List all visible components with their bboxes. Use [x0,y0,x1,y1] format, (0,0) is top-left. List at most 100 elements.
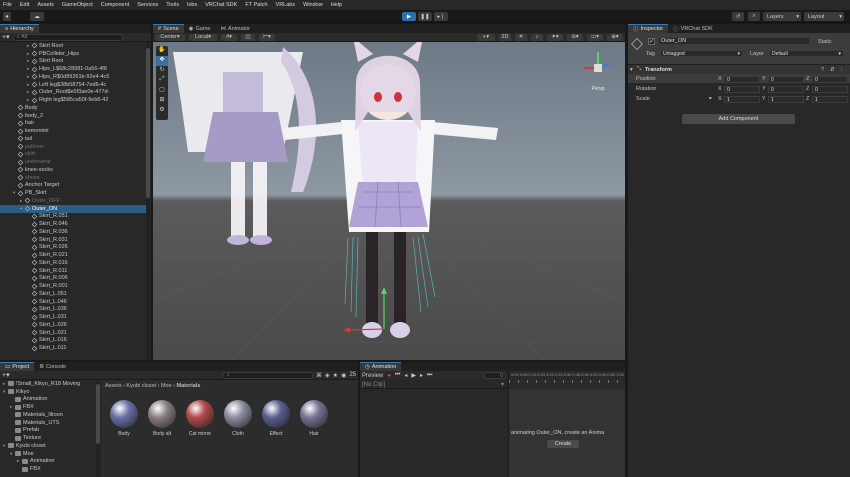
camera-icon[interactable]: ▭▾ [587,33,603,41]
layers-dropdown[interactable]: Layers ▾ [763,12,801,21]
menu-item[interactable]: FT Patch [245,2,267,8]
hierarchy-row[interactable]: Skirt_R.051 [0,213,146,221]
scroll-thumb[interactable] [146,48,150,198]
tab-game[interactable]: ◉ Game [184,24,216,33]
preview-button[interactable]: Preview [362,373,383,379]
transform-header[interactable]: ▾ ⤡ Transform ? ⇵ ⋮ [628,64,850,74]
step-button[interactable]: ▸❘ [434,12,448,21]
scale-tool-icon[interactable]: ⤢ [156,76,168,86]
hierarchy-row[interactable]: tail [0,135,146,143]
filter-icon[interactable]: ⌘ [316,372,322,379]
draw-mode-icon[interactable]: ◐▾ [477,33,495,41]
hierarchy-row[interactable]: ▸ Hips_L$68c28981-0a56-4f8 [0,65,146,73]
project-folder[interactable]: ▾ Kyubi closet [0,442,96,450]
material-asset[interactable]: Effect [262,400,290,437]
hierarchy-row[interactable]: ▸ Right leg$585ca50f-9eb6-42 [0,96,146,104]
menu-item[interactable]: Edit [20,2,29,8]
history-icon[interactable]: ↺ [732,12,744,21]
hierarchy-row[interactable]: Skirt_L.051 [0,290,146,298]
link-icon[interactable]: ⚭ [708,96,713,102]
effects-icon[interactable]: ✦▾ [547,33,563,41]
pivot-dropdown[interactable]: Center ▾ [155,33,185,41]
project-folder[interactable]: Prefab [0,427,96,435]
hierarchy-row[interactable]: Skirt_L.026 [0,321,146,329]
hierarchy-row[interactable]: Skirt_L.046 [0,298,146,306]
snap-icon[interactable]: ◫ [241,33,255,41]
hierarchy-row[interactable]: knee-socks [0,166,146,174]
transform-y-field[interactable]: 1 [768,96,804,103]
project-folder[interactable]: ▸ Animation [0,458,96,466]
hierarchy-row[interactable]: Skirt_R.046 [0,220,146,228]
project-search-input[interactable]: ⌕ [223,371,314,379]
breadcrumb-item[interactable]: Materials [177,383,201,389]
hierarchy-row[interactable]: Skirt_R.011 [0,267,146,275]
transform-tool-icon[interactable]: ⊞ [156,96,168,106]
hierarchy-row[interactable]: kemonimi [0,127,146,135]
eye-icon[interactable]: ◉ [341,372,346,379]
hierarchy-row[interactable]: ▸ Outer_OFF [0,197,146,205]
project-folder[interactable]: ▾ Moe [0,450,96,458]
menu-item[interactable]: VRChat SDK [205,2,237,8]
material-asset[interactable]: Hair [300,400,328,437]
account-icon[interactable]: ● [3,12,11,21]
tab-scene[interactable]: # Scene [153,24,184,33]
tab-animation[interactable]: ◷ Animation [360,362,402,371]
search-icon[interactable]: ⌕ [748,12,760,21]
project-folder[interactable]: Materials_liltoon [0,411,96,419]
move-tool-icon[interactable]: ✥ [156,56,168,66]
hierarchy-row[interactable]: Skirt_R.016 [0,259,146,267]
breadcrumb-item[interactable]: Moe [161,383,172,389]
material-asset[interactable]: Cloth [224,400,252,437]
increment-icon[interactable]: ⊢▾ [259,33,275,41]
hierarchy-row[interactable]: hair [0,120,146,128]
hierarchy-row[interactable]: skirt [0,151,146,159]
layout-dropdown[interactable]: Layout ▾ [804,12,844,21]
hierarchy-row[interactable]: ▸ Outer_Root$e5f3ae0e-477d- [0,89,146,97]
menu-item[interactable]: GameObject [62,2,93,8]
timeline-ruler[interactable]: 0:00 0:05 0:10 0:15 0:20 0:25 0:30 0:35 0:40 0:45… [508,371,626,389]
play-icon[interactable]: ▶ [411,372,416,379]
search-input[interactable]: ⌕ All [12,33,123,41]
cloud-icon[interactable]: ☁ [30,12,44,21]
project-folder[interactable]: Animation [0,396,96,404]
help-icon[interactable]: ? [821,67,824,73]
tag-dropdown[interactable]: Untagged ▾ [660,50,743,57]
space-dropdown[interactable]: Local ▾ [189,33,217,41]
pause-button[interactable]: ❚❚ [418,12,432,21]
material-asset[interactable]: Body [110,400,138,437]
project-folder[interactable]: FBX [0,465,96,473]
settings-icon[interactable]: ⇵ [830,67,835,73]
menu-item[interactable]: Assets [37,2,54,8]
more-icon[interactable]: ⋮ [839,67,845,73]
menu-item[interactable]: Help [331,2,342,8]
menu-item[interactable]: Services [137,2,158,8]
material-asset[interactable]: Body alt [148,400,176,437]
project-tree-scrollbar[interactable] [96,380,100,477]
custom-tool-icon[interactable]: ⚙ [156,106,168,116]
hierarchy-row[interactable]: Skirt_R.021 [0,251,146,259]
tab-vrchat-sdk[interactable]: ⓘ VRChat SDK [668,24,718,33]
hierarchy-row[interactable]: Skirt_L.036 [0,306,146,314]
transform-x-field[interactable]: 0 [724,76,760,83]
gizmos-icon[interactable]: ⊕▾ [607,33,623,41]
menu-item[interactable]: Tools [166,2,179,8]
project-folder[interactable]: ▸ FBX [0,403,96,411]
hierarchy-row[interactable]: Skirt_R.031 [0,236,146,244]
label-icon[interactable]: ◈ [325,372,330,379]
hierarchy-row[interactable]: Skirt_R.026 [0,244,146,252]
last-key-icon[interactable]: ⏭ [427,372,432,379]
layer-dropdown[interactable]: Default ▾ [769,50,844,57]
menu-item[interactable]: lobs [187,2,197,8]
breadcrumb-item[interactable]: Kyubi closet [126,383,156,389]
next-key-icon[interactable]: ▸ [420,372,423,379]
hand-tool-icon[interactable]: ✋ [156,46,168,56]
hierarchy-row[interactable]: Skirt_R.001 [0,282,146,290]
tab-console[interactable]: ≣ Console [34,362,71,371]
hierarchy-row[interactable]: Skirt_L.016 [0,337,146,345]
project-folder[interactable]: ▸ !Small_Kikyo_R18 Moving [0,380,96,388]
frame-field[interactable]: 0 [484,372,506,379]
hierarchy-row[interactable]: Skirt_R.006 [0,275,146,283]
transform-y-field[interactable]: 0 [768,86,804,93]
add-icon[interactable]: +▾ [2,33,10,41]
hierarchy-row[interactable]: body_2 [0,112,146,120]
